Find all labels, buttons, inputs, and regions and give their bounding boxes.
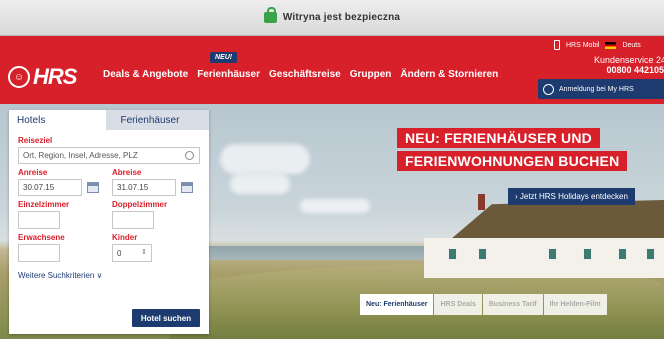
language-link[interactable]: Deuts — [622, 42, 640, 49]
security-text: Witryna jest bezpieczna — [282, 12, 401, 23]
sea — [180, 246, 440, 260]
hero-slide-tabs: Neu: Ferienhäuser HRS Deals Business Tar… — [360, 294, 607, 315]
roof — [447, 200, 664, 242]
lock-icon — [263, 7, 277, 23]
hotel-search-button[interactable]: Hotel suchen — [132, 309, 200, 327]
new-badge: NEU! — [210, 52, 238, 63]
login-button[interactable]: Anmeldung bei My HRS — [538, 79, 664, 99]
arrival-input[interactable]: 30.07.15 — [18, 179, 99, 196]
nav-geschaeftsreise[interactable]: Geschäftsreise — [269, 69, 341, 80]
cloud — [220, 144, 310, 174]
search-form: Reiseziel Ort, Region, Insel, Adresse, P… — [9, 130, 209, 280]
adults-input[interactable] — [18, 244, 60, 262]
window — [583, 248, 592, 260]
rooms-row: Einzelzimmer Doppelzimmer — [18, 200, 200, 229]
wall — [424, 238, 664, 278]
top-strip: HRS Mobil Deuts — [554, 36, 664, 54]
children-value: 0 — [117, 248, 122, 258]
hotel-search-widget: Hotels Ferienhäuser Reiseziel Ort, Regio… — [9, 110, 209, 334]
slide-tab-business[interactable]: Business Tarif — [482, 294, 543, 315]
slide-tab-ferienhaeuser[interactable]: Neu: Ferienhäuser — [360, 294, 434, 315]
double-room-label: Doppelzimmer — [112, 200, 168, 209]
nav-gruppen[interactable]: Gruppen — [350, 69, 392, 80]
calendar-icon[interactable] — [87, 182, 99, 193]
cloud — [230, 174, 290, 194]
cloud — [300, 199, 370, 213]
slide-tab-deals[interactable]: HRS Deals — [434, 294, 482, 315]
window — [646, 248, 655, 260]
logo-icon: ☺ — [8, 66, 30, 88]
promo-cta-link[interactable]: › Jetzt HRS Holidays entdecken — [508, 188, 635, 205]
nav-aendern-stornieren[interactable]: Ändern & Stornieren — [400, 69, 498, 80]
single-room-label: Einzelzimmer — [18, 200, 70, 209]
chimney — [478, 194, 485, 210]
departure-input[interactable]: 31.07.15 — [112, 179, 193, 196]
promo-headline-1[interactable]: NEU: FERIENHÄUSER UND — [397, 128, 600, 148]
site-header: HRS Mobil Deuts ☺ HRS NEU! Deals & Angeb… — [0, 36, 664, 104]
double-room-input[interactable] — [112, 211, 154, 229]
adults-label: Erwachsene — [18, 233, 65, 242]
customer-service: Kundenservice 24 00800 442105 — [594, 55, 664, 75]
tab-hotels[interactable]: Hotels — [9, 110, 106, 130]
more-criteria-link[interactable]: Weitere Suchkriterien ∨ — [18, 271, 200, 280]
double-col: Doppelzimmer — [112, 200, 194, 229]
single-room-input[interactable] — [18, 211, 60, 229]
german-flag-icon — [605, 41, 617, 49]
house-image — [418, 192, 664, 280]
mobile-icon — [554, 40, 560, 50]
stepper-arrows-icon: ⇕ — [141, 249, 147, 256]
mobile-link[interactable]: HRS Mobil — [566, 42, 599, 49]
destination-placeholder: Ort, Region, Insel, Adresse, PLZ — [23, 151, 138, 160]
dates-row: Anreise 30.07.15 Abreise 31.07.15 — [18, 168, 200, 196]
nav-ferienhaeuser[interactable]: Ferienhäuser — [197, 69, 260, 80]
calendar-icon[interactable] — [181, 182, 193, 193]
main-nav: Deals & Angebote Ferienhäuser Geschäftsr… — [103, 69, 498, 80]
window — [478, 248, 487, 260]
destination-label: Reiseziel — [18, 136, 53, 145]
nav-deals[interactable]: Deals & Angebote — [103, 69, 188, 80]
departure-label: Abreise — [112, 168, 142, 177]
departure-value: 31.07.15 — [117, 183, 149, 192]
logo-text: HRS — [33, 64, 77, 89]
single-col: Einzelzimmer — [18, 200, 100, 229]
clear-icon[interactable] — [185, 151, 194, 160]
slide-tab-film[interactable]: Ihr Helden-Film — [543, 294, 607, 315]
children-label: Kinder — [112, 233, 138, 242]
destination-input[interactable]: Ort, Region, Insel, Adresse, PLZ — [18, 147, 200, 164]
login-label: Anmeldung bei My HRS — [559, 85, 634, 93]
service-label: Kundenservice 24 — [594, 55, 664, 65]
adults-col: Erwachsene — [18, 233, 100, 262]
arrival-col: Anreise 30.07.15 — [18, 168, 100, 196]
children-select[interactable]: 0 ⇕ — [112, 244, 152, 262]
tab-ferienhaeuser[interactable]: Ferienhäuser — [105, 110, 209, 130]
search-tabs: Hotels Ferienhäuser — [9, 110, 209, 130]
arrival-value: 30.07.15 — [23, 183, 55, 192]
security-bar: Witryna jest bezpieczna — [0, 0, 664, 36]
children-col: Kinder 0 ⇕ — [112, 233, 194, 262]
user-icon — [543, 83, 554, 95]
window — [618, 248, 627, 260]
departure-col: Abreise 31.07.15 — [112, 168, 194, 196]
guests-row: Erwachsene Kinder 0 ⇕ — [18, 233, 200, 262]
arrival-label: Anreise — [18, 168, 48, 177]
hrs-logo[interactable]: ☺ HRS — [8, 64, 77, 90]
service-phone[interactable]: 00800 442105 — [606, 65, 664, 75]
window — [448, 248, 457, 260]
promo-headline-2[interactable]: FERIENWOHNUNGEN BUCHEN — [397, 151, 628, 171]
window — [548, 248, 557, 260]
